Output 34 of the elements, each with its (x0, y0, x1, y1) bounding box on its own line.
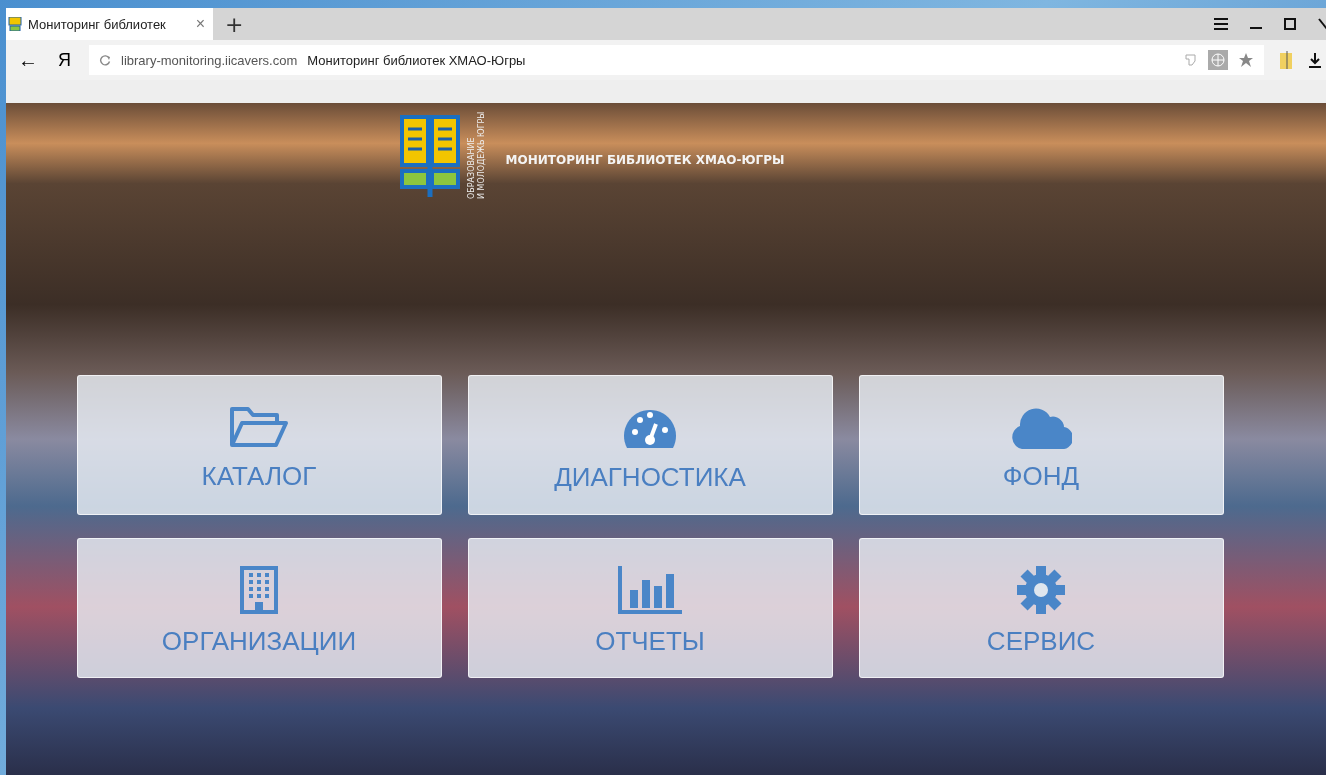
tile-label: ФОНД (1002, 460, 1080, 492)
tile-label: СЕРВИС (986, 625, 1096, 657)
new-tab-button[interactable]: + (225, 11, 244, 37)
tile-label: ДИАГНОСТИКА (554, 461, 746, 493)
tile-label: ОРГАНИЗАЦИИ (161, 625, 357, 657)
reload-icon[interactable] (99, 54, 111, 66)
tile-label: ОТЧЕТЫ (595, 625, 705, 657)
folder-icon[interactable] (1278, 50, 1294, 70)
menu-tile[interactable]: ФОНД (858, 375, 1224, 515)
site-title: МОНИТОРИНГ БИБЛИОТЕК ХМАО-ЮГРЫ (505, 153, 785, 167)
menu-tile[interactable]: ДИАГНОСТИКА (467, 375, 833, 515)
star-icon[interactable] (1238, 52, 1254, 68)
menu-tile[interactable]: СЕРВИС (858, 538, 1224, 678)
close-tab-button[interactable]: × (195, 15, 205, 33)
folder-icon (229, 404, 289, 449)
tab-title: Мониторинг библиотек (28, 16, 167, 32)
logo-caption: И МОЛОДЕЖЬ ЮГРЫ (476, 113, 487, 199)
book-logo-icon (397, 113, 462, 199)
building-icon (240, 565, 278, 614)
download-icon[interactable] (1308, 52, 1322, 68)
menu-icon[interactable] (1214, 18, 1228, 30)
gear-icon (1017, 565, 1065, 614)
browser-tab[interactable]: Мониторинг библиотек × (6, 8, 213, 40)
logo-caption: ОБРАЗОВАНИЕ (466, 136, 477, 199)
tile-label: КАТАЛОГ (201, 460, 317, 492)
menu-tile[interactable]: ОРГАНИЗАЦИИ (76, 538, 442, 678)
back-button[interactable]: ← (18, 48, 38, 72)
maximize-icon[interactable] (1284, 18, 1296, 30)
address-bar[interactable]: library-monitoring.iicavers.com Мониторинг библиотек ХМАО-Югры (89, 45, 1264, 75)
menu-tile[interactable]: ОТЧЕТЫ (467, 538, 833, 678)
bar-chart-icon (618, 565, 682, 614)
logo-icon (8, 17, 22, 31)
home-button[interactable]: Я (58, 49, 71, 71)
menu-tile[interactable]: КАТАЛОГ (76, 375, 442, 515)
